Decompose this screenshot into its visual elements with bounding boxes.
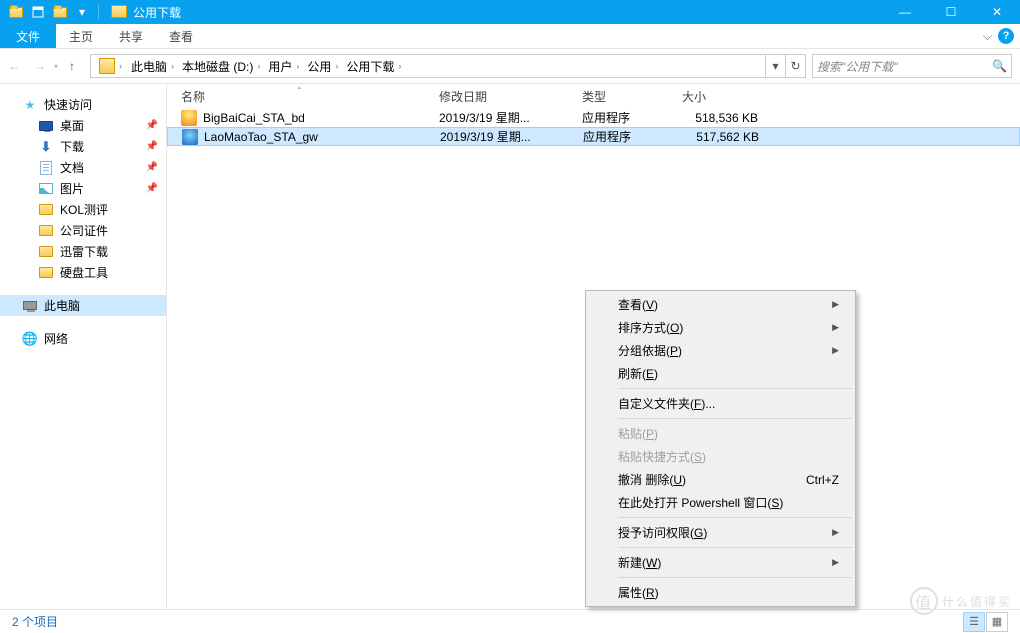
watermark: 值 什么值得买 xyxy=(910,587,1012,615)
nav-history-dropdown[interactable]: ▾ xyxy=(54,62,58,71)
ribbon-tab-file[interactable]: 文件 xyxy=(0,24,56,48)
maximize-button[interactable]: ☐ xyxy=(928,0,974,24)
ribbon: 文件 主页 共享 查看 ⌵ ? xyxy=(0,24,1020,49)
context-menu-separator xyxy=(618,388,852,389)
context-menu-item[interactable]: 在此处打开 Powershell 窗口(S) xyxy=(588,491,853,514)
sidebar-network[interactable]: 网络 xyxy=(0,328,166,349)
close-button[interactable]: ✕ xyxy=(974,0,1020,24)
breadcrumb-root-icon[interactable]: › xyxy=(95,55,126,77)
file-icon xyxy=(182,129,198,145)
column-size[interactable]: 大小 xyxy=(668,88,778,105)
submenu-arrow-icon: ▶ xyxy=(832,299,839,310)
context-menu-item[interactable]: 自定义文件夹(F)... xyxy=(588,392,853,415)
nav-forward-button[interactable]: → xyxy=(28,54,52,78)
context-menu-item[interactable]: 刷新(E) xyxy=(588,362,853,385)
sidebar-item[interactable]: 下载📌 xyxy=(0,136,166,157)
qat-btn-1[interactable] xyxy=(28,2,48,22)
file-date-cell: 2019/3/19 星期... xyxy=(426,128,569,145)
sidebar-item[interactable]: 迅雷下载 xyxy=(0,241,166,262)
submenu-arrow-icon: ▶ xyxy=(832,345,839,356)
column-headers: 名称⌃ 修改日期 类型 大小 xyxy=(167,84,1020,108)
nav-up-button[interactable]: ↑ xyxy=(60,54,84,78)
column-type[interactable]: 类型 xyxy=(568,88,668,105)
breadcrumb-segment[interactable]: 本地磁盘 (D:)› xyxy=(178,55,264,77)
file-type-cell: 应用程序 xyxy=(568,109,668,126)
status-bar: 2 个项目 ☰ ▦ xyxy=(0,609,1020,633)
context-menu-separator xyxy=(618,577,852,578)
column-date[interactable]: 修改日期 xyxy=(425,88,568,105)
file-icon xyxy=(181,110,197,126)
context-menu-item[interactable]: 授予访问权限(G)▶ xyxy=(588,521,853,544)
shortcut-label: Ctrl+Z xyxy=(806,473,839,487)
sidebar-item[interactable]: 桌面📌 xyxy=(0,115,166,136)
search-icon: 🔍 xyxy=(992,59,1007,73)
search-placeholder: 搜索"公用下载" xyxy=(817,58,898,75)
context-menu-item: 粘贴快捷方式(S) xyxy=(588,445,853,468)
context-menu-item: 粘贴(P) xyxy=(588,422,853,445)
file-size-cell: 518,536 KB xyxy=(668,111,778,125)
context-menu-item[interactable]: 查看(V)▶ xyxy=(588,293,853,316)
ribbon-tab-view[interactable]: 查看 xyxy=(156,24,206,48)
address-dropdown-icon[interactable]: ▾ xyxy=(765,55,785,77)
minimize-button[interactable]: — xyxy=(882,0,928,24)
search-input[interactable]: 搜索"公用下载" 🔍 xyxy=(812,54,1012,78)
sort-indicator-icon: ⌃ xyxy=(296,86,303,95)
ribbon-collapse-icon[interactable]: ⌵ xyxy=(983,29,992,44)
address-bar[interactable]: › 此电脑›本地磁盘 (D:)›用户›公用›公用下载› ▾ ↻ xyxy=(90,54,806,78)
breadcrumb-segment[interactable]: 此电脑› xyxy=(127,55,178,77)
context-menu-separator xyxy=(618,547,852,548)
context-menu-item[interactable]: 撤消 删除(U)Ctrl+Z xyxy=(588,468,853,491)
pin-icon: 📌 xyxy=(146,141,158,152)
submenu-arrow-icon: ▶ xyxy=(832,527,839,538)
file-size-cell: 517,562 KB xyxy=(669,130,779,144)
qat: ▾ xyxy=(0,2,103,22)
sidebar-item[interactable]: 图片📌 xyxy=(0,178,166,199)
nav-pane: 快速访问 桌面📌下载📌文档📌图片📌KOL测评公司证件迅雷下载硬盘工具 此电脑 网… xyxy=(0,84,167,609)
window-title: 公用下载 xyxy=(111,4,181,21)
help-icon[interactable]: ? xyxy=(998,28,1014,44)
ribbon-tab-home[interactable]: 主页 xyxy=(56,24,106,48)
sidebar-item[interactable]: 文档📌 xyxy=(0,157,166,178)
system-menu-icon[interactable] xyxy=(6,2,26,22)
sidebar-quick-access[interactable]: 快速访问 xyxy=(0,94,166,115)
sidebar-item[interactable]: KOL测评 xyxy=(0,199,166,220)
pin-icon: 📌 xyxy=(146,162,158,173)
watermark-icon: 值 xyxy=(910,587,938,615)
pin-icon: 📌 xyxy=(146,183,158,194)
pin-icon: 📌 xyxy=(146,120,158,131)
sidebar-this-pc[interactable]: 此电脑 xyxy=(0,295,166,316)
submenu-arrow-icon: ▶ xyxy=(832,557,839,568)
file-date-cell: 2019/3/19 星期... xyxy=(425,109,568,126)
sidebar-item[interactable]: 公司证件 xyxy=(0,220,166,241)
titlebar: ▾ 公用下载 — ☐ ✕ xyxy=(0,0,1020,24)
breadcrumb-segment[interactable]: 公用下载› xyxy=(342,55,405,77)
context-menu-item[interactable]: 排序方式(O)▶ xyxy=(588,316,853,339)
context-menu-separator xyxy=(618,418,852,419)
ribbon-tab-share[interactable]: 共享 xyxy=(106,24,156,48)
submenu-arrow-icon: ▶ xyxy=(832,322,839,333)
sidebar-item[interactable]: 硬盘工具 xyxy=(0,262,166,283)
file-name-cell: LaoMaoTao_STA_gw xyxy=(168,129,426,145)
breadcrumb-segment[interactable]: 公用› xyxy=(303,55,342,77)
qat-btn-2[interactable] xyxy=(50,2,70,22)
context-menu-item[interactable]: 分组依据(P)▶ xyxy=(588,339,853,362)
file-name-cell: BigBaiCai_STA_bd xyxy=(167,110,425,126)
address-refresh-icon[interactable]: ↻ xyxy=(785,55,805,77)
file-row[interactable]: LaoMaoTao_STA_gw2019/3/19 星期...应用程序517,5… xyxy=(167,127,1020,146)
file-type-cell: 应用程序 xyxy=(569,128,669,145)
status-text: 2 个项目 xyxy=(12,613,58,630)
breadcrumb-segment[interactable]: 用户› xyxy=(264,55,303,77)
column-name[interactable]: 名称⌃ xyxy=(167,88,425,105)
context-menu-item[interactable]: 属性(R) xyxy=(588,581,853,604)
context-menu: 查看(V)▶排序方式(O)▶分组依据(P)▶刷新(E) 自定义文件夹(F)... 粘… xyxy=(585,290,856,607)
file-row[interactable]: BigBaiCai_STA_bd2019/3/19 星期...应用程序518,5… xyxy=(167,108,1020,127)
context-menu-separator xyxy=(618,517,852,518)
navbar: ← → ▾ ↑ › 此电脑›本地磁盘 (D:)›用户›公用›公用下载› ▾ ↻ … xyxy=(0,49,1020,84)
qat-overflow[interactable]: ▾ xyxy=(72,2,92,22)
nav-back-button[interactable]: ← xyxy=(2,54,26,78)
context-menu-item[interactable]: 新建(W)▶ xyxy=(588,551,853,574)
